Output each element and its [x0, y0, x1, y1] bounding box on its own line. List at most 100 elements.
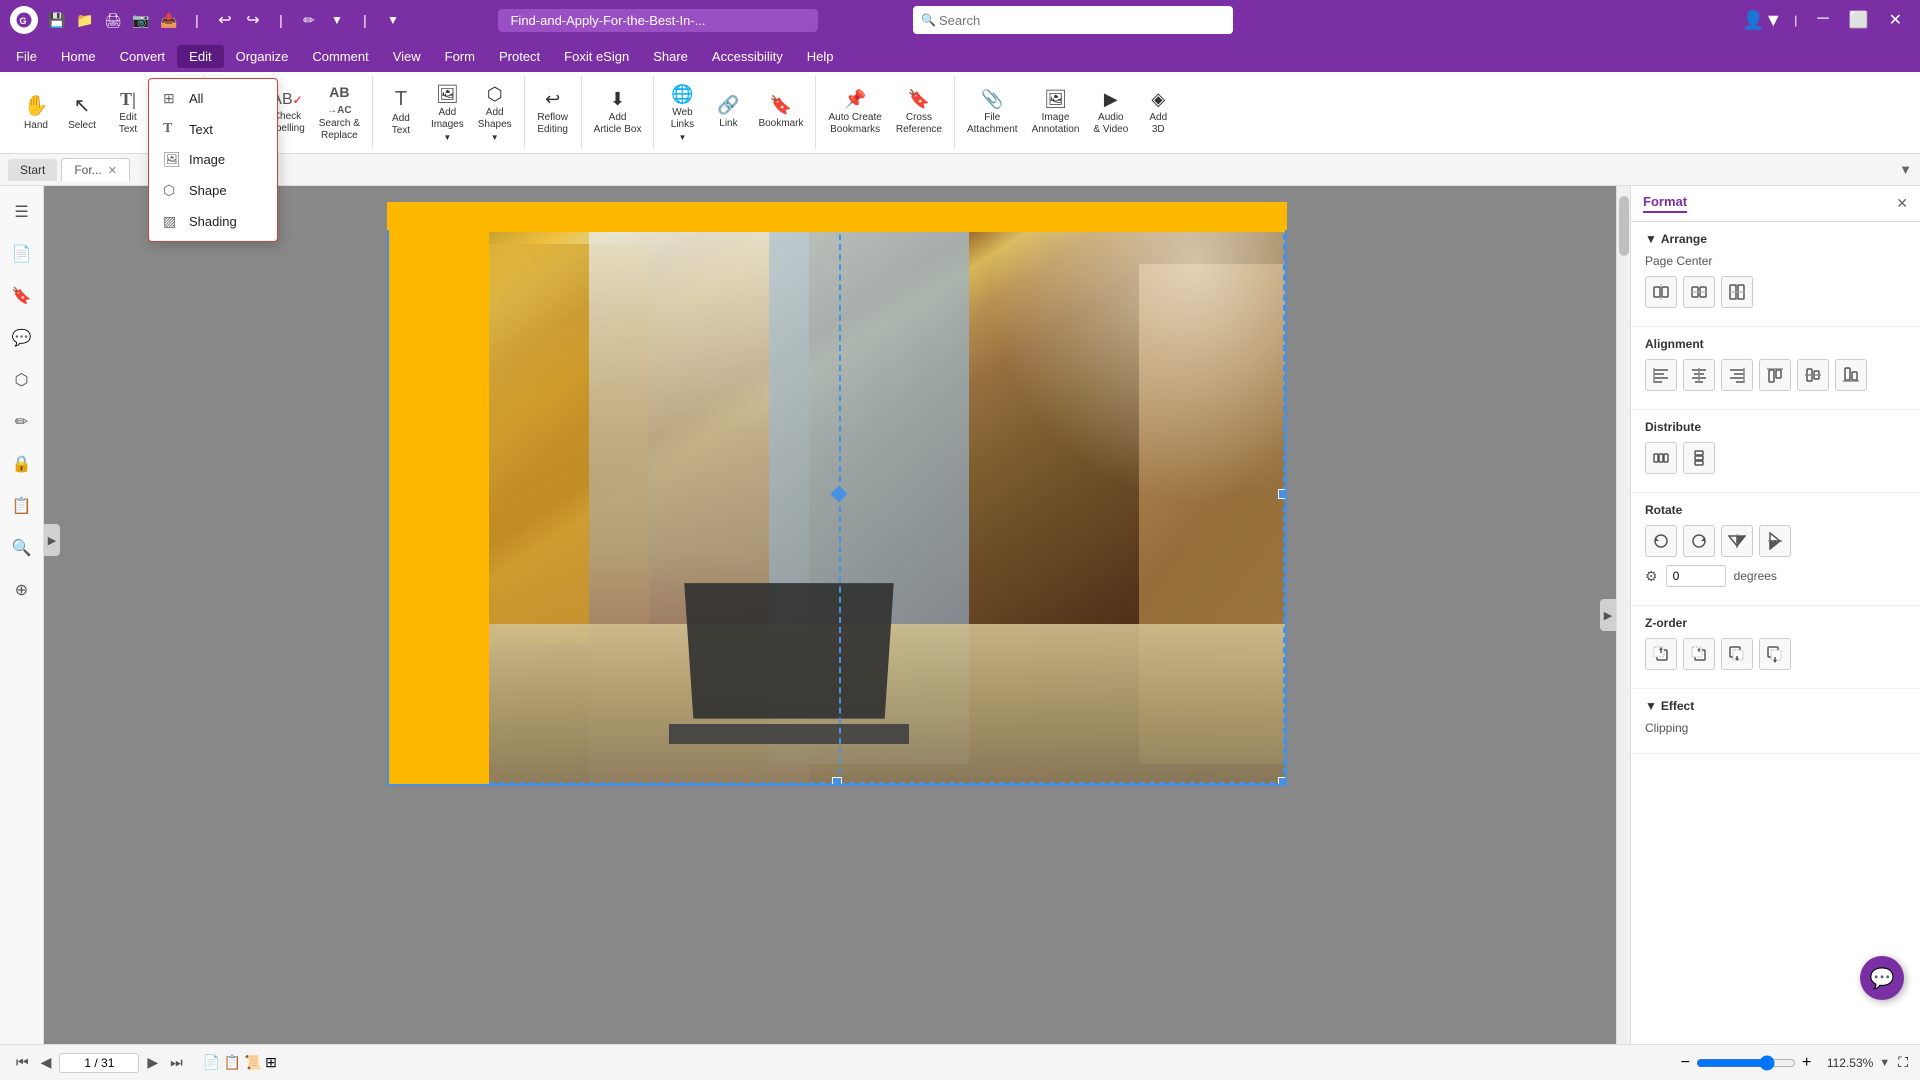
- reflow-editing-button[interactable]: ↩ ReflowEditing: [531, 78, 575, 148]
- degrees-input[interactable]: [1666, 565, 1726, 587]
- menu-home[interactable]: Home: [49, 45, 108, 68]
- web-links-button[interactable]: 🌐 WebLinks ▼: [660, 78, 704, 148]
- dropdown-text[interactable]: T Text: [149, 114, 277, 144]
- menu-accessibility[interactable]: Accessibility: [700, 45, 795, 68]
- two-page-view-button[interactable]: 📋: [224, 1054, 241, 1071]
- arrange-btn-3[interactable]: [1721, 276, 1753, 308]
- send-back-btn[interactable]: [1759, 638, 1791, 670]
- audio-video-button[interactable]: ▶ Audio& Video: [1087, 78, 1134, 148]
- edit-text-button[interactable]: T| EditText: [106, 78, 150, 148]
- search-input[interactable]: [913, 6, 1233, 34]
- maximize-button[interactable]: ⬜: [1841, 8, 1877, 32]
- backward-one-btn[interactable]: [1721, 638, 1753, 670]
- sidebar-icon-edit[interactable]: ✏: [4, 404, 40, 440]
- menu-comment[interactable]: Comment: [300, 45, 380, 68]
- dropdown-shading[interactable]: ▨ Shading: [149, 206, 277, 237]
- zoom-slider[interactable]: [1696, 1055, 1796, 1071]
- page-number-input[interactable]: [59, 1053, 139, 1073]
- pencil-icon[interactable]: ✏: [298, 12, 320, 29]
- panel-close-button[interactable]: ✕: [1896, 195, 1908, 212]
- canvas-area[interactable]: ▶: [44, 186, 1630, 1044]
- menu-edit[interactable]: Edit: [177, 45, 223, 68]
- bookmark-button[interactable]: 🔖 Bookmark: [752, 78, 809, 148]
- print-icon[interactable]: 🖨: [102, 12, 124, 29]
- sidebar-collapse-button[interactable]: ▶: [44, 524, 60, 556]
- dropdown-shape[interactable]: ⬡ Shape: [149, 175, 277, 206]
- menu-help[interactable]: Help: [795, 45, 846, 68]
- page-view-button[interactable]: 📄: [203, 1054, 220, 1071]
- app-logo[interactable]: G: [10, 6, 38, 34]
- align-left-btn[interactable]: [1645, 359, 1677, 391]
- sidebar-icon-layers[interactable]: ⬡: [4, 362, 40, 398]
- first-page-button[interactable]: ⏮: [12, 1052, 33, 1073]
- add-3d-button[interactable]: ◈ Add3D: [1136, 78, 1180, 148]
- menu-convert[interactable]: Convert: [108, 45, 178, 68]
- sidebar-icon-security[interactable]: 🔒: [4, 446, 40, 482]
- split-view-button[interactable]: ⊞: [265, 1054, 277, 1071]
- link-button[interactable]: 🔗 Link: [706, 78, 750, 148]
- arrange-btn-2[interactable]: [1683, 276, 1715, 308]
- scan-icon[interactable]: 📷: [130, 12, 152, 29]
- save-icon[interactable]: 💾: [46, 12, 68, 29]
- align-middle-btn[interactable]: [1797, 359, 1829, 391]
- sidebar-icon-menu[interactable]: ☰: [4, 194, 40, 230]
- undo-icon[interactable]: ↩: [214, 10, 236, 30]
- add-text-button[interactable]: T AddText: [379, 78, 423, 148]
- image-annotation-button[interactable]: 🖼 ImageAnnotation: [1026, 78, 1086, 148]
- sidebar-icon-search[interactable]: 🔍: [4, 530, 40, 566]
- align-center-btn[interactable]: [1683, 359, 1715, 391]
- menu-protect[interactable]: Protect: [487, 45, 552, 68]
- file-attachment-button[interactable]: 📎 FileAttachment: [961, 78, 1024, 148]
- user-avatar[interactable]: 👤▼: [1742, 10, 1782, 31]
- prev-page-button[interactable]: ◀: [37, 1052, 56, 1073]
- export-icon[interactable]: 📤: [158, 12, 180, 29]
- canvas-scrollbar[interactable]: [1616, 186, 1630, 1044]
- zoom-dropdown[interactable]: ▼: [1879, 1057, 1890, 1069]
- tab-close-button[interactable]: ✕: [108, 164, 117, 177]
- add-shapes-button[interactable]: ⬡ AddShapes ▼: [472, 78, 518, 148]
- fullscreen-button[interactable]: ⛶: [1898, 1054, 1908, 1071]
- zoom-out-button[interactable]: −: [1681, 1054, 1690, 1072]
- pencil-dropdown[interactable]: ▼: [326, 13, 348, 27]
- add-images-button[interactable]: 🖼 AddImages ▼: [425, 78, 470, 148]
- sidebar-icon-add[interactable]: ⊕: [4, 572, 40, 608]
- chat-button[interactable]: 💬: [1860, 956, 1904, 1000]
- menu-share[interactable]: Share: [641, 45, 700, 68]
- minimize-button[interactable]: ─: [1809, 8, 1836, 32]
- folder-icon[interactable]: 📁: [74, 12, 96, 29]
- distribute-vert-btn[interactable]: [1683, 442, 1715, 474]
- last-page-button[interactable]: ⏭: [166, 1052, 187, 1073]
- next-page-button[interactable]: ▶: [143, 1052, 162, 1073]
- dropdown-all[interactable]: ⊞ All: [149, 83, 277, 114]
- flip-horiz-btn[interactable]: [1721, 525, 1753, 557]
- align-right-btn[interactable]: [1721, 359, 1753, 391]
- rotate-ccw-btn[interactable]: [1645, 525, 1677, 557]
- format-tab[interactable]: Format: [1643, 194, 1687, 213]
- flip-vert-btn[interactable]: [1759, 525, 1791, 557]
- search-replace-button[interactable]: AB→AC Search &Replace: [313, 78, 366, 148]
- arrange-btn-1[interactable]: [1645, 276, 1677, 308]
- menu-file[interactable]: File: [4, 45, 49, 68]
- align-top-btn[interactable]: [1759, 359, 1791, 391]
- sidebar-icon-bookmarks[interactable]: 🔖: [4, 278, 40, 314]
- tab-dropdown-button[interactable]: ▼: [1899, 162, 1912, 177]
- canvas-collapse-right[interactable]: ▶: [1600, 599, 1616, 631]
- menu-view[interactable]: View: [381, 45, 433, 68]
- rotate-cw-btn[interactable]: [1683, 525, 1715, 557]
- auto-create-bookmarks-button[interactable]: 📌 Auto CreateBookmarks: [822, 78, 887, 148]
- menu-form[interactable]: Form: [433, 45, 487, 68]
- scroll-view-button[interactable]: 📜: [244, 1054, 261, 1071]
- zoom-in-button[interactable]: +: [1802, 1054, 1811, 1072]
- dropdown-image[interactable]: 🖼 Image: [149, 144, 277, 175]
- tab-document[interactable]: For... ✕: [61, 158, 130, 181]
- select-button[interactable]: ↖ Select: [60, 78, 104, 148]
- tab-start[interactable]: Start: [8, 159, 57, 181]
- cross-reference-button[interactable]: 🔖 CrossReference: [890, 78, 948, 148]
- custom-dropdown[interactable]: ▼: [382, 13, 404, 27]
- sidebar-icon-attachments[interactable]: 📋: [4, 488, 40, 524]
- align-bottom-btn[interactable]: [1835, 359, 1867, 391]
- bring-front-btn[interactable]: [1645, 638, 1677, 670]
- add-article-box-button[interactable]: ⬇ AddArticle Box: [588, 78, 648, 148]
- close-button[interactable]: ✕: [1881, 8, 1910, 32]
- hand-button[interactable]: ✋ Hand: [14, 78, 58, 148]
